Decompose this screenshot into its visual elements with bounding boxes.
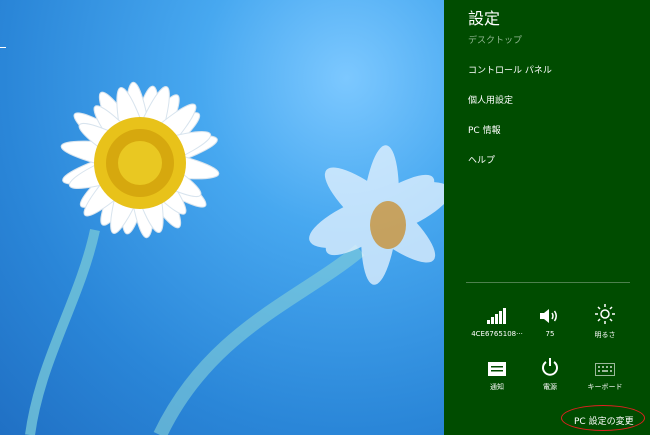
notification-icon <box>488 362 506 376</box>
notifications-label: 通知 <box>490 383 504 391</box>
settings-menu: デスクトップ コントロール パネル 個人用設定 PC 情報 ヘルプ <box>468 35 552 185</box>
power-label: 電源 <box>543 383 557 391</box>
volume-tile[interactable]: 75 <box>523 300 577 338</box>
menu-item-help[interactable]: ヘルプ <box>468 155 552 185</box>
brightness-label: 明るさ <box>594 331 616 339</box>
volume-label: 75 <box>545 330 555 338</box>
power-icon <box>542 358 558 376</box>
network-tile[interactable]: 4CE6765108··· <box>470 300 524 338</box>
keyboard-tile[interactable]: キーボード <box>578 352 632 392</box>
network-label: 4CE6765108··· <box>471 330 523 338</box>
menu-item-personalize[interactable]: 個人用設定 <box>468 95 552 125</box>
menu-item-pc-info[interactable]: PC 情報 <box>468 125 552 155</box>
keyboard-icon <box>595 363 615 376</box>
notifications-tile[interactable]: 通知 <box>470 352 524 392</box>
brightness-icon <box>595 304 615 324</box>
keyboard-label: キーボード <box>587 383 623 391</box>
menu-item-desktop[interactable]: デスクトップ <box>468 35 552 65</box>
settings-charm-panel: 設定 デスクトップ コントロール パネル 個人用設定 PC 情報 ヘルプ 4CE… <box>444 0 650 435</box>
divider <box>466 282 630 283</box>
edge-marker <box>0 47 6 48</box>
daisy-illustration <box>25 81 444 435</box>
menu-item-control-panel[interactable]: コントロール パネル <box>468 65 552 95</box>
brightness-tile[interactable]: 明るさ <box>578 300 632 340</box>
speaker-icon <box>540 309 557 323</box>
change-pc-settings-link[interactable]: PC 設定の変更 <box>574 414 634 427</box>
power-tile[interactable]: 電源 <box>523 352 577 392</box>
charm-title: 設定 <box>468 9 501 28</box>
network-signal-icon <box>487 308 506 324</box>
desktop-wallpaper <box>0 0 444 435</box>
